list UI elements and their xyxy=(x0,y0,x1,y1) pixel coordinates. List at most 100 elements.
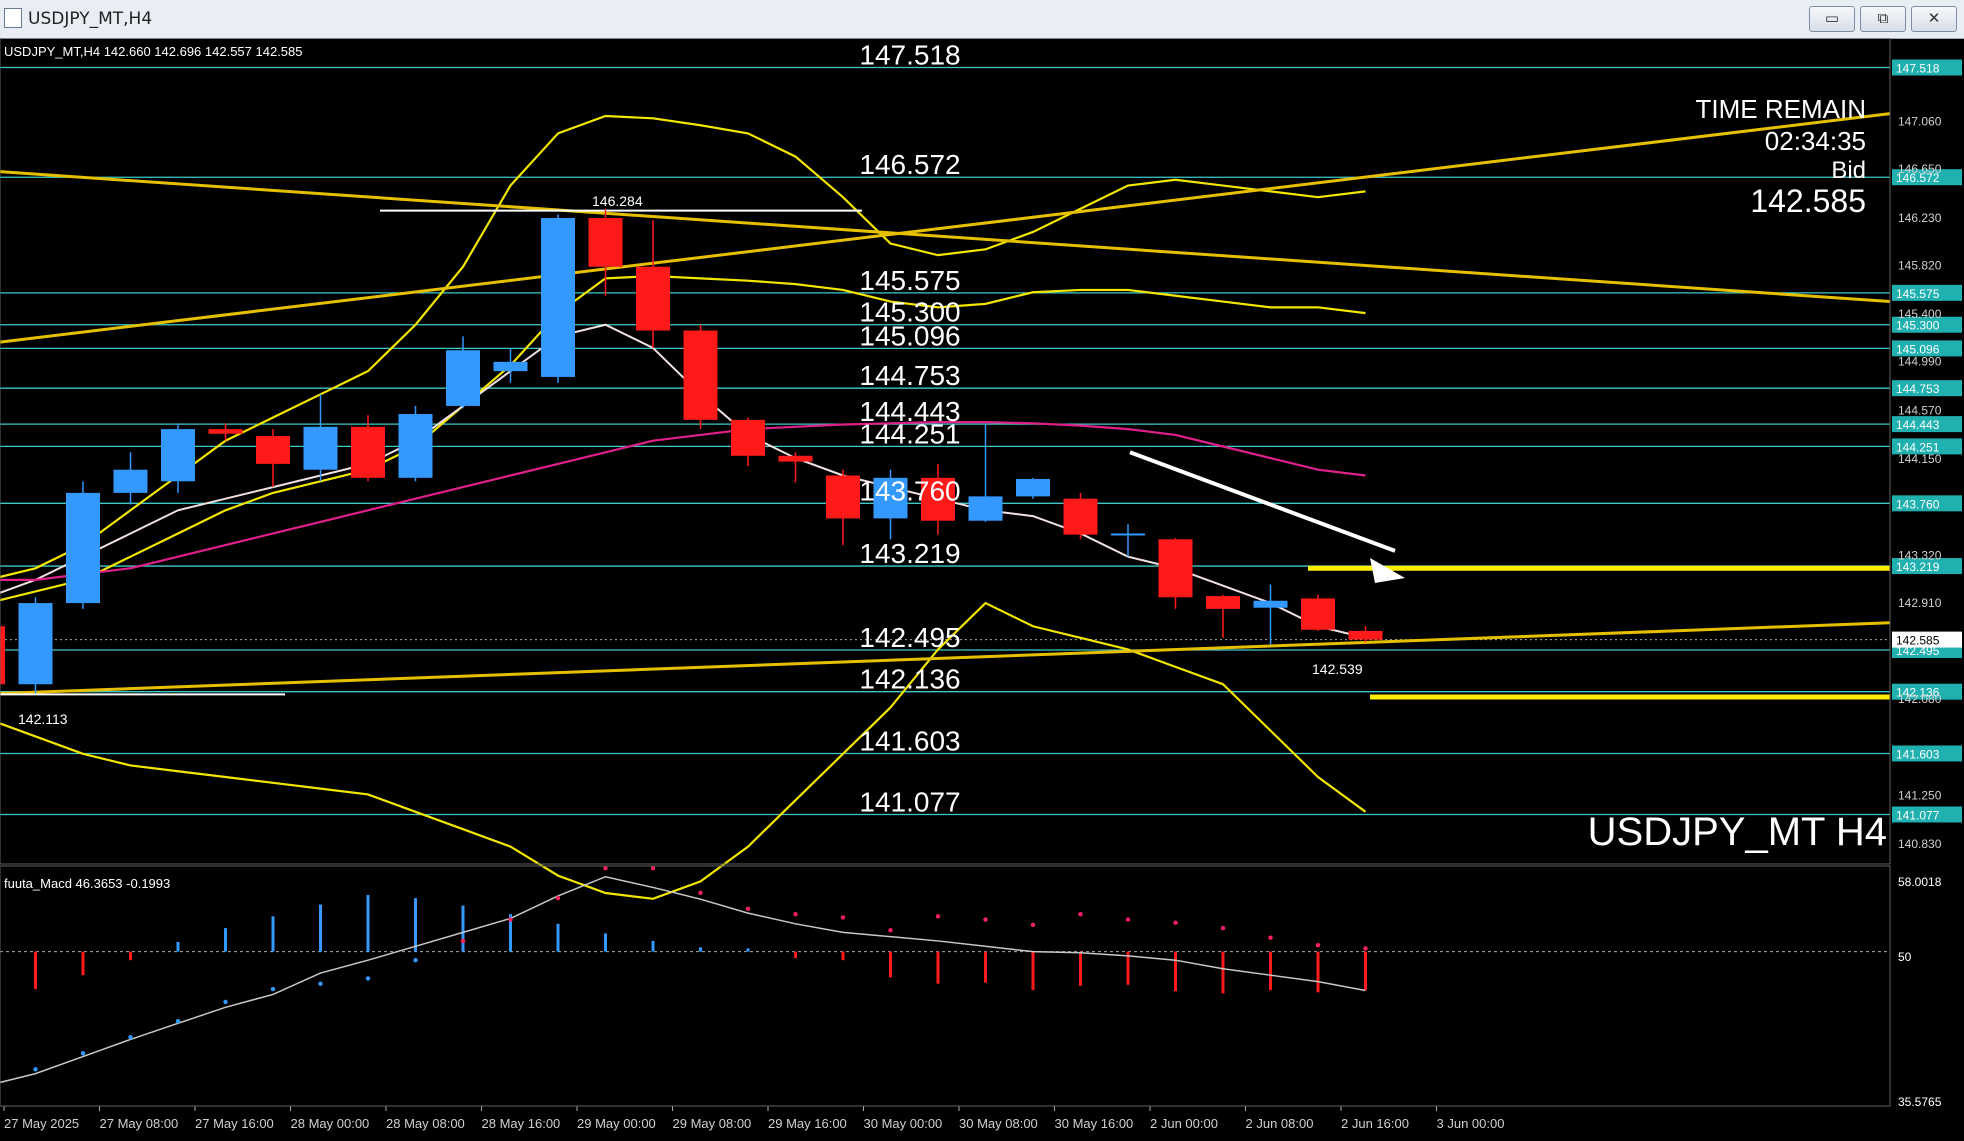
window-title: USDJPY_MT,H4 xyxy=(28,9,153,29)
macd-signal-dot xyxy=(175,1019,181,1024)
low-annotation-left: 142.113 xyxy=(18,711,68,727)
level-price-tag-text: 144.753 xyxy=(1896,382,1940,396)
chart-symbol-info: USDJPY_MT,H4 142.660 142.696 142.557 142… xyxy=(4,44,303,59)
macd-signal-dot xyxy=(840,915,846,920)
level-label: 147.518 xyxy=(859,40,960,71)
time-axis-label: 28 May 08:00 xyxy=(386,1116,465,1131)
time-axis-label: 27 May 2025 xyxy=(4,1116,79,1131)
level-label: 141.077 xyxy=(859,786,960,817)
macd-signal-dot xyxy=(413,957,418,963)
macd-line xyxy=(0,875,1366,1084)
macd-plot-frame xyxy=(0,865,1891,1107)
price-axis-label: 143.320 xyxy=(1898,548,1942,562)
macd-signal-dot xyxy=(1268,935,1273,940)
macd-axis-bottom: 35.5765 xyxy=(1898,1095,1942,1109)
macd-signal-dot xyxy=(983,917,988,922)
candle-body xyxy=(161,429,195,482)
close-button[interactable]: ✕ xyxy=(1911,6,1957,32)
time-axis-label: 29 May 00:00 xyxy=(577,1116,656,1131)
time-axis-label: 28 May 16:00 xyxy=(482,1116,561,1131)
time-axis-label: 27 May 16:00 xyxy=(195,1116,274,1131)
candle-body xyxy=(1301,598,1335,630)
candle-body xyxy=(778,455,813,462)
symbol-timeframe-label: USDJPY_MT H4 xyxy=(1588,810,1887,854)
macd-signal-dot xyxy=(603,865,608,871)
macd-signal-dot xyxy=(793,911,798,917)
macd-signal-dot xyxy=(745,906,751,912)
macd-signal-dot xyxy=(1315,943,1321,948)
candle-body xyxy=(66,492,100,604)
candle-body xyxy=(18,603,53,685)
candlesticks xyxy=(0,208,1383,694)
macd-signal-dot xyxy=(698,890,703,895)
macd-signal-dot xyxy=(650,865,656,871)
candle-body xyxy=(636,266,670,331)
macd-signal-dot xyxy=(508,917,513,922)
level-price-tag-text: 144.443 xyxy=(1896,418,1940,432)
price-axis-label: 142.910 xyxy=(1898,596,1942,610)
candle-body xyxy=(1063,498,1098,535)
bid-value: 142.585 xyxy=(1750,183,1866,219)
current-price-tag-text: 142.585 xyxy=(1896,634,1940,648)
level-label: 143.219 xyxy=(859,538,960,569)
candle-body xyxy=(1348,630,1383,640)
macd-signal-dot xyxy=(33,1067,38,1072)
candle-body xyxy=(588,218,623,267)
level-price-tag-text: 141.077 xyxy=(1896,808,1940,822)
level-label: 142.495 xyxy=(859,622,960,653)
bollinger-lower xyxy=(0,601,1367,900)
price-axis-label: 146.650 xyxy=(1898,162,1942,176)
candle-body xyxy=(446,350,480,406)
price-axis-label: 147.060 xyxy=(1898,115,1942,129)
time-axis-label: 3 Jun 00:00 xyxy=(1437,1116,1505,1131)
candle-body xyxy=(683,330,718,420)
level-label: 143.760 xyxy=(859,475,960,506)
macd-panel xyxy=(0,865,1890,1084)
time-remain-label: TIME REMAIN xyxy=(1696,94,1866,124)
candle-body xyxy=(208,429,243,434)
restore-button[interactable]: ⧉ xyxy=(1860,6,1906,32)
time-axis-label: 30 May 16:00 xyxy=(1055,1116,1134,1131)
time-axis-label: 2 Jun 16:00 xyxy=(1341,1116,1409,1131)
candle-body xyxy=(1206,596,1240,609)
macd-signal-dot xyxy=(318,981,323,986)
macd-axis-top: 58.0018 xyxy=(1898,875,1942,889)
window-titlebar: USDJPY_MT,H4 ▭ ⧉ ✕ xyxy=(0,0,1964,39)
price-axis-label: 144.150 xyxy=(1898,452,1942,466)
macd-signal-dot xyxy=(1078,911,1083,917)
macd-signal-dot xyxy=(888,928,893,933)
level-label: 146.572 xyxy=(859,149,960,180)
macd-signal-dot xyxy=(1363,946,1368,951)
macd-signal-dot xyxy=(460,938,466,944)
price-axis-label: 141.250 xyxy=(1898,788,1942,802)
price-axis-label: 142.080 xyxy=(1898,692,1942,706)
low-annotation-right: 142.539 xyxy=(1312,661,1363,677)
candle-body xyxy=(541,218,575,377)
candle-body xyxy=(351,426,385,478)
candle-body xyxy=(398,414,433,478)
time-axis-label: 30 May 00:00 xyxy=(864,1116,943,1131)
level-labels: 147.518146.572145.575145.300145.096144.7… xyxy=(859,40,960,818)
macd-signal-dot xyxy=(223,999,228,1005)
candle-body xyxy=(1158,539,1193,598)
time-axis-label: 29 May 16:00 xyxy=(768,1116,847,1131)
price-axis-label: 146.230 xyxy=(1898,211,1942,225)
macd-signal-dot xyxy=(935,914,941,919)
price-chart[interactable]: 147.518146.572145.575145.300145.096144.7… xyxy=(0,38,1964,1141)
level-label: 142.136 xyxy=(859,664,960,695)
candle-body xyxy=(1253,600,1288,608)
macd-signal-dot xyxy=(1125,917,1131,922)
bid-label: Bid xyxy=(1831,157,1866,184)
trend-arrow xyxy=(1129,450,1396,553)
candle-body xyxy=(1111,533,1145,536)
level-label: 145.096 xyxy=(859,320,960,351)
time-remain-value: 02:34:35 xyxy=(1765,126,1866,156)
candle-body xyxy=(113,469,148,493)
candle-body xyxy=(256,436,290,464)
minimize-button[interactable]: ▭ xyxy=(1809,6,1855,32)
macd-signal-dot xyxy=(555,895,561,901)
macd-axis-mid: 50 xyxy=(1898,950,1912,964)
time-axis: 27 May 2025 27 May 08:00 27 May 16:00 28 Ma… xyxy=(3,1106,1505,1131)
level-label: 144.753 xyxy=(859,360,960,391)
price-axis[interactable]: 147.518146.572145.575145.300145.096144.7… xyxy=(1892,59,1962,852)
